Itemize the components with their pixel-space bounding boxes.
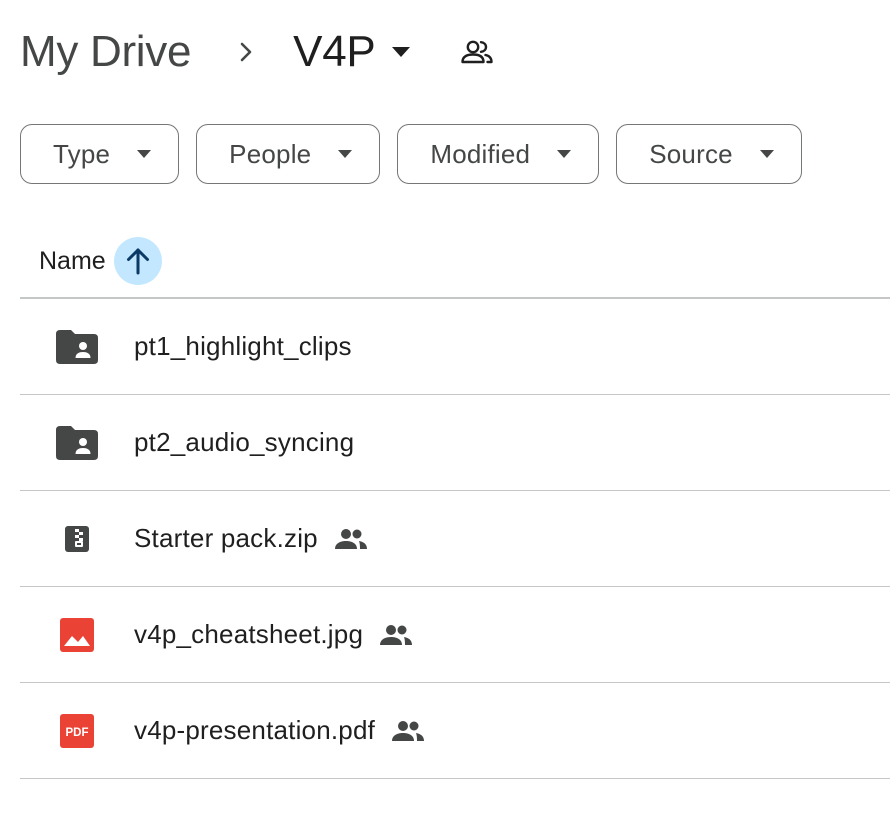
- filter-source-chip[interactable]: Source: [616, 124, 802, 184]
- current-folder-title: V4P: [293, 27, 376, 76]
- breadcrumb: My Drive V4P: [20, 22, 495, 82]
- column-name-header[interactable]: Name: [39, 247, 106, 276]
- list-column-header: Name: [20, 224, 890, 298]
- filter-modified-chip[interactable]: Modified: [397, 124, 600, 184]
- file-row-pt2-audio-syncing[interactable]: pt2_audio_syncing: [20, 395, 890, 491]
- file-name: pt2_audio_syncing: [134, 427, 355, 457]
- filter-type-chip[interactable]: Type: [20, 124, 180, 184]
- file-name: v4p-presentation.pdf: [134, 715, 376, 745]
- pdf-badge-text: PDF: [66, 727, 89, 739]
- filter-type-label: Type: [53, 138, 111, 169]
- breadcrumb-my-drive[interactable]: My Drive: [20, 27, 191, 77]
- image-file-icon: [55, 613, 99, 657]
- file-row-starter-pack-zip[interactable]: Starter pack.zip: [20, 491, 890, 587]
- shared-people-icon: [391, 714, 425, 748]
- sort-direction-button[interactable]: [113, 237, 162, 285]
- file-row-v4p-presentation-pdf[interactable]: PDF v4p-presentation.pdf: [20, 683, 890, 779]
- filter-people-label: People: [229, 138, 312, 169]
- file-name: Starter pack.zip: [134, 523, 318, 553]
- filter-chips: Type People Modified Source: [20, 124, 802, 184]
- caret-down-icon: [136, 146, 152, 162]
- file-name: v4p_cheatsheet.jpg: [134, 619, 364, 649]
- file-list: pt1_highlight_clips pt2_audio_syncing St: [20, 299, 890, 779]
- shared-folder-people-icon[interactable]: [459, 34, 495, 70]
- filter-modified-label: Modified: [430, 138, 531, 169]
- caret-down-icon: [759, 146, 775, 162]
- shared-people-icon: [334, 522, 368, 556]
- breadcrumb-current-folder[interactable]: V4P: [293, 27, 411, 77]
- file-row-pt1-highlight-clips[interactable]: pt1_highlight_clips: [20, 299, 890, 395]
- arrow-up-icon: [126, 248, 149, 275]
- caret-down-icon: [556, 146, 572, 162]
- file-row-v4p-cheatsheet-jpg[interactable]: v4p_cheatsheet.jpg: [20, 587, 890, 683]
- filter-source-label: Source: [649, 138, 733, 169]
- shared-people-icon: [379, 618, 413, 652]
- shared-folder-icon: [55, 421, 99, 465]
- shared-folder-icon: [55, 325, 99, 369]
- pdf-file-icon: PDF: [55, 709, 99, 753]
- chevron-right-icon: [235, 41, 257, 63]
- caret-down-icon: [391, 42, 411, 62]
- filter-people-chip[interactable]: People: [196, 124, 381, 184]
- file-name: pt1_highlight_clips: [134, 331, 352, 361]
- zip-file-icon: [55, 517, 99, 561]
- caret-down-icon: [337, 146, 353, 162]
